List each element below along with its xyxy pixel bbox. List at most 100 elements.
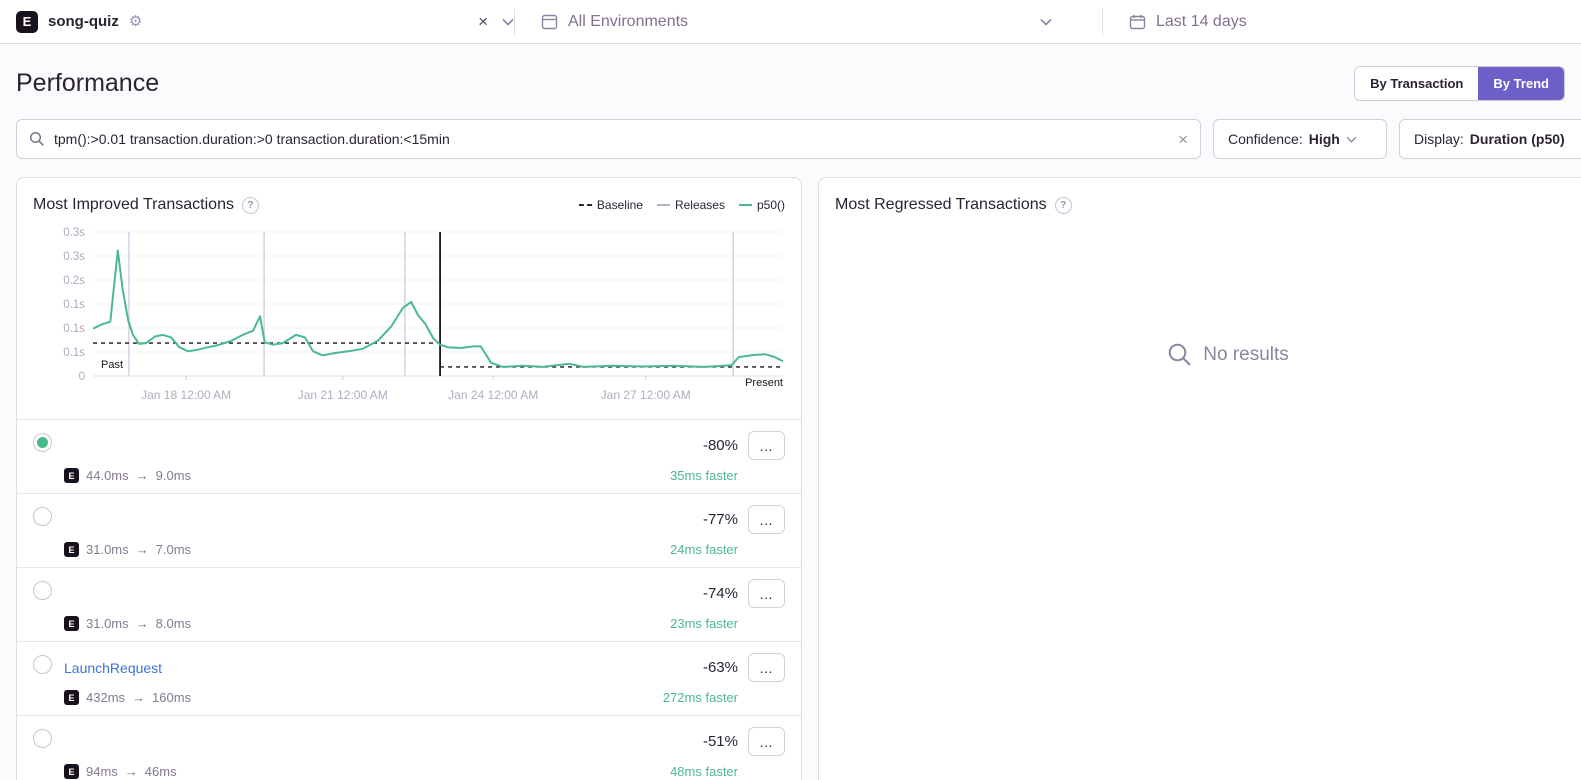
empty-state: No results [819, 342, 1581, 368]
transaction-radio[interactable] [33, 433, 52, 452]
toggle-by-trend[interactable]: By Trend [1478, 67, 1564, 100]
duration-before: 31.0ms [86, 616, 129, 631]
duration-after: 160ms [152, 690, 191, 705]
duration-change-percent: -51% [703, 733, 738, 750]
transaction-radio[interactable] [33, 729, 52, 748]
time-saved-label: 24ms faster [670, 542, 785, 557]
legend-item[interactable]: p50() [739, 198, 785, 212]
no-results-text: No results [1203, 344, 1289, 366]
duration-change-percent: -74% [703, 585, 738, 602]
arrow-right-icon: → [132, 690, 145, 705]
most-regressed-panel: Most Regressed Transactions ? No results [818, 177, 1581, 780]
search-icon [29, 131, 45, 147]
duration-change-percent: -80% [703, 437, 738, 454]
transaction-radio[interactable] [33, 581, 52, 600]
duration-before: 432ms [86, 690, 125, 705]
view-toggle-group: By Transaction By Trend [1354, 66, 1565, 101]
duration-after: 46ms [145, 764, 177, 779]
svg-text:Jan 21 12:00 AM: Jan 21 12:00 AM [298, 388, 388, 402]
platform-icon: E [64, 468, 79, 483]
display-value: Duration (p50) [1470, 131, 1565, 147]
platform-icon: E [64, 542, 79, 557]
date-range-label: Last 14 days [1156, 13, 1247, 31]
transaction-link[interactable]: LaunchRequest [64, 660, 693, 676]
search-bar: × [16, 119, 1201, 159]
improved-transactions-chart: 0.3s0.3s0.2s0.1s0.1s0.1s0Jan 18 12:00 AM… [17, 224, 801, 419]
row-menu-button[interactable]: … [748, 653, 785, 682]
project-clear-icon[interactable]: × [474, 13, 492, 30]
duration-after: 9.0ms [156, 468, 191, 483]
row-menu-button[interactable]: … [748, 431, 785, 460]
svg-text:0.2s: 0.2s [63, 275, 85, 287]
platform-icon: E [64, 616, 79, 631]
transaction-row: -77% … E 31.0ms → 7.0ms 24ms faster [17, 493, 801, 567]
time-saved-label: 35ms faster [670, 468, 785, 483]
help-icon[interactable]: ? [242, 197, 259, 214]
duration-before: 44.0ms [86, 468, 129, 483]
svg-text:Past: Past [101, 359, 123, 371]
ellipsis-icon: … [759, 660, 774, 676]
confidence-label: Confidence: [1228, 131, 1303, 147]
calendar-icon [1129, 14, 1146, 30]
platform-icon: E [64, 764, 79, 779]
legend-item[interactable]: Releases [657, 198, 725, 212]
date-range-selector[interactable]: Last 14 days [1103, 13, 1565, 31]
time-saved-label: 23ms faster [670, 616, 785, 631]
svg-text:0: 0 [79, 371, 85, 383]
toggle-by-transaction[interactable]: By Transaction [1355, 67, 1478, 100]
legend-item[interactable]: Baseline [579, 198, 643, 212]
page-title: Performance [16, 69, 1354, 98]
project-platform-icon: E [16, 11, 38, 33]
row-menu-button[interactable]: … [748, 579, 785, 608]
svg-text:0.1s: 0.1s [63, 323, 85, 335]
confidence-dropdown[interactable]: Confidence: High [1213, 119, 1387, 159]
svg-text:0.3s: 0.3s [63, 251, 85, 263]
duration-after: 7.0ms [156, 542, 191, 557]
svg-text:0.3s: 0.3s [63, 227, 85, 239]
svg-text:0.1s: 0.1s [63, 347, 85, 359]
transaction-row: LaunchRequest -63% … E 432ms → 160ms 272… [17, 641, 801, 715]
transaction-radio[interactable] [33, 655, 52, 674]
environment-chevron-down-icon[interactable] [1040, 13, 1052, 31]
environment-label: All Environments [568, 13, 688, 31]
project-chevron-down-icon[interactable] [502, 13, 514, 31]
chevron-down-icon [1346, 136, 1357, 143]
window-icon [541, 14, 558, 30]
transaction-row: -80% … E 44.0ms → 9.0ms 35ms faster [17, 419, 801, 493]
regressed-panel-title: Most Regressed Transactions [835, 196, 1047, 214]
display-label: Display: [1414, 131, 1464, 147]
top-navigation-bar: E song-quiz ⚙ × All Environments Last 14… [0, 0, 1581, 44]
duration-before: 31.0ms [86, 542, 129, 557]
ellipsis-icon: … [759, 586, 774, 602]
search-clear-icon[interactable]: × [1178, 131, 1188, 148]
svg-text:Jan 24 12:00 AM: Jan 24 12:00 AM [448, 388, 538, 402]
search-input[interactable] [54, 131, 1169, 147]
environment-selector[interactable]: All Environments [515, 13, 1102, 31]
project-selector[interactable]: E song-quiz ⚙ × [16, 11, 514, 33]
row-menu-button[interactable]: … [748, 727, 785, 756]
project-name: song-quiz [48, 13, 119, 30]
transaction-radio[interactable] [33, 507, 52, 526]
row-menu-button[interactable]: … [748, 505, 785, 534]
duration-after: 8.0ms [156, 616, 191, 631]
display-dropdown[interactable]: Display: Duration (p50) [1399, 119, 1581, 159]
arrow-right-icon: → [136, 468, 149, 483]
help-icon[interactable]: ? [1055, 197, 1072, 214]
svg-text:Present: Present [745, 377, 783, 389]
ellipsis-icon: … [759, 734, 774, 750]
time-saved-label: 272ms faster [663, 690, 785, 705]
confidence-value: High [1309, 131, 1340, 147]
transaction-row: -51% … E 94ms → 46ms 48ms faster [17, 715, 801, 780]
legend-swatch-icon [657, 204, 670, 206]
project-settings-gear-icon[interactable]: ⚙ [129, 14, 142, 29]
most-improved-panel: Most Improved Transactions ? Baseline Rel… [16, 177, 802, 780]
time-saved-label: 48ms faster [670, 764, 785, 779]
chart-legend: Baseline Releases p50() [579, 198, 785, 212]
legend-swatch-icon [739, 204, 752, 206]
legend-swatch-icon [579, 204, 592, 206]
svg-text:Jan 27 12:00 AM: Jan 27 12:00 AM [601, 388, 691, 402]
no-results-search-icon [1167, 342, 1193, 368]
arrow-right-icon: → [125, 764, 138, 779]
duration-change-percent: -77% [703, 511, 738, 528]
improved-panel-title: Most Improved Transactions [33, 196, 234, 214]
